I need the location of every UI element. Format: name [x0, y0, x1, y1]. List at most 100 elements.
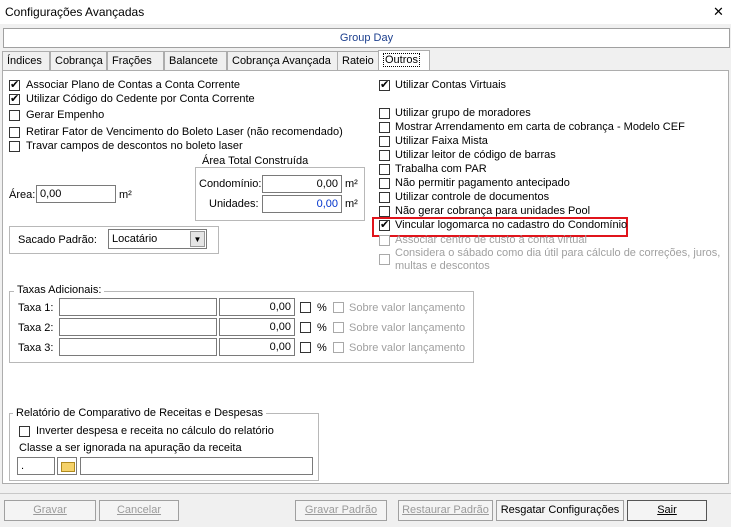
leitor-codigo-barras-checkbox[interactable]: [379, 150, 390, 161]
unidades-label: Unidades:: [209, 198, 259, 210]
sair-button[interactable]: Sair: [627, 500, 707, 521]
retirar-fator-checkbox[interactable]: [9, 127, 20, 138]
travar-descontos-checkbox[interactable]: [9, 141, 20, 152]
inverter-label: Inverter despesa e receita no cálculo do…: [36, 425, 274, 437]
classe-label: Classe a ser ignorada na apuração da rec…: [19, 442, 242, 454]
gerar-empenho-label: Gerar Empenho: [26, 109, 105, 121]
taxa-3-value-input[interactable]: 0,00: [219, 338, 295, 356]
window-title: Configurações Avançadas: [5, 5, 145, 19]
contas-virtuais-checkbox[interactable]: [379, 78, 390, 91]
area-total-legend: Área Total Construída: [199, 155, 312, 167]
unidades-pool-checkbox[interactable]: [379, 206, 390, 217]
tab-cobranca-avancada[interactable]: Cobrança Avançada: [227, 51, 339, 71]
unidades-area-input[interactable]: 0,00: [262, 195, 342, 213]
unidades-unit: m²: [345, 198, 358, 210]
taxa-3-pct-checkbox[interactable]: [300, 342, 311, 353]
taxas-legend: Taxas Adicionais:: [14, 284, 105, 296]
taxa-1-desc-input[interactable]: [59, 298, 217, 316]
taxa-3-label: Taxa 3:: [18, 342, 54, 354]
close-icon[interactable]: ✕: [713, 4, 724, 20]
sabado-dia-util-label: Considera o sábado como dia útil para cá…: [395, 247, 721, 259]
taxa-3-pct-label: %: [317, 342, 327, 354]
arrendamento-checkbox[interactable]: [379, 122, 390, 133]
area-unit: m²: [119, 189, 132, 201]
area-label: Área:: [9, 189, 36, 201]
pagamento-antecipado-checkbox[interactable]: [379, 178, 390, 189]
vincular-logomarca-checkbox[interactable]: [379, 218, 390, 231]
retirar-fator-label: Retirar Fator de Vencimento do Boleto La…: [26, 126, 343, 138]
taxa-1-pct-label: %: [317, 302, 327, 314]
taxa-2-label: Taxa 2:: [18, 322, 54, 334]
classe-desc-input[interactable]: [80, 457, 313, 475]
taxa-3-desc-input[interactable]: [59, 338, 217, 356]
tab-balancete[interactable]: Balancete: [164, 51, 227, 71]
cancelar-button-label: Cancelar: [116, 504, 162, 516]
associar-plano-label: Associar Plano de Contas a Conta Corrent…: [26, 79, 241, 91]
controle-documentos-label: Utilizar controle de documentos: [395, 191, 550, 203]
area-input[interactable]: 0,00: [36, 185, 116, 203]
condominio-label: Condomínio:: [199, 178, 262, 190]
tab-indices[interactable]: Índices: [2, 51, 50, 71]
taxa-1-sobre-checkbox[interactable]: [333, 302, 344, 313]
tab-outros-label: Outros: [383, 53, 421, 67]
group-label: Group Day: [3, 28, 730, 48]
restaurar-padrao-label: Restaurar Padrão: [402, 504, 489, 516]
arrendamento-label: Mostrar Arrendamento em carta de cobranç…: [395, 121, 685, 133]
taxa-1-pct-checkbox[interactable]: [300, 302, 311, 313]
vincular-logomarca-label: Vincular logomarca no cadastro do Condom…: [395, 219, 628, 231]
sacado-select-value: Locatário: [112, 233, 158, 245]
pagamento-antecipado-label: Não permitir pagamento antecipado: [395, 177, 570, 189]
relatorio-legend: Relatório de Comparativo de Receitas e D…: [13, 407, 267, 419]
restaurar-padrao-button[interactable]: Restaurar Padrão: [398, 500, 493, 521]
grupo-moradores-label: Utilizar grupo de moradores: [395, 107, 531, 119]
taxa-1-sobre-label: Sobre valor lançamento: [349, 302, 466, 314]
faixa-mista-checkbox[interactable]: [379, 136, 390, 147]
taxa-2-sobre-checkbox[interactable]: [333, 322, 344, 333]
centro-custo-label: Associar centro de custo à conta virtual: [395, 234, 587, 246]
taxa-2-pct-checkbox[interactable]: [300, 322, 311, 333]
inverter-checkbox[interactable]: [19, 426, 30, 437]
leitor-codigo-barras-label: Utilizar leitor de código de barras: [395, 149, 556, 161]
travar-descontos-label: Travar campos de descontos no boleto las…: [26, 140, 243, 152]
trabalha-par-checkbox[interactable]: [379, 164, 390, 175]
taxa-1-value-input[interactable]: 0,00: [219, 298, 295, 316]
faixa-mista-label: Utilizar Faixa Mista: [395, 135, 488, 147]
tab-cobranca[interactable]: Cobrança: [50, 51, 107, 71]
tab-fracoes[interactable]: Frações: [107, 51, 164, 71]
cancelar-button[interactable]: Cancelar: [99, 500, 179, 521]
tab-outros[interactable]: Outros: [378, 50, 430, 71]
taxa-2-pct-label: %: [317, 322, 327, 334]
sabado-dia-util-checkbox[interactable]: [379, 254, 390, 265]
sacado-select[interactable]: Locatário ▼: [108, 229, 207, 249]
taxa-3-sobre-checkbox[interactable]: [333, 342, 344, 353]
gravar-padrao-label: Gravar Padrão: [304, 504, 378, 516]
sair-button-label: Sair: [657, 504, 677, 516]
taxa-2-value-input[interactable]: 0,00: [219, 318, 295, 336]
taxa-3-sobre-label: Sobre valor lançamento: [349, 342, 466, 354]
gerar-empenho-checkbox[interactable]: [9, 110, 20, 121]
sacado-label: Sacado Padrão:: [18, 234, 97, 246]
chevron-down-icon[interactable]: ▼: [190, 231, 205, 247]
codigo-cedente-checkbox[interactable]: [9, 92, 20, 105]
taxa-2-sobre-label: Sobre valor lançamento: [349, 322, 466, 334]
condominio-unit: m²: [345, 178, 358, 190]
controle-documentos-checkbox[interactable]: [379, 192, 390, 203]
taxa-2-desc-input[interactable]: [59, 318, 217, 336]
codigo-cedente-label: Utilizar Código do Cedente por Conta Cor…: [26, 93, 255, 105]
contas-virtuais-label: Utilizar Contas Virtuais: [395, 79, 507, 91]
taxa-1-label: Taxa 1:: [18, 302, 54, 314]
centro-custo-checkbox[interactable]: [379, 235, 390, 246]
gravar-button[interactable]: Gravar: [4, 500, 96, 521]
resgatar-configuracoes-button[interactable]: Resgatar Configurações: [496, 500, 624, 521]
folder-icon[interactable]: [57, 457, 77, 475]
classe-code-input[interactable]: .: [17, 457, 55, 475]
associar-plano-checkbox[interactable]: [9, 78, 20, 91]
trabalha-par-label: Trabalha com PAR: [395, 163, 487, 175]
condominio-area-input[interactable]: 0,00: [262, 175, 342, 193]
tab-rateio[interactable]: Rateio: [337, 51, 381, 71]
gravar-padrao-button[interactable]: Gravar Padrão: [295, 500, 387, 521]
gravar-button-label: Gravar: [33, 504, 67, 516]
unidades-pool-label: Não gerar cobrança para unidades Pool: [395, 205, 591, 217]
sabado-dia-util-label-2: multas e descontos: [395, 260, 490, 272]
grupo-moradores-checkbox[interactable]: [379, 108, 390, 119]
